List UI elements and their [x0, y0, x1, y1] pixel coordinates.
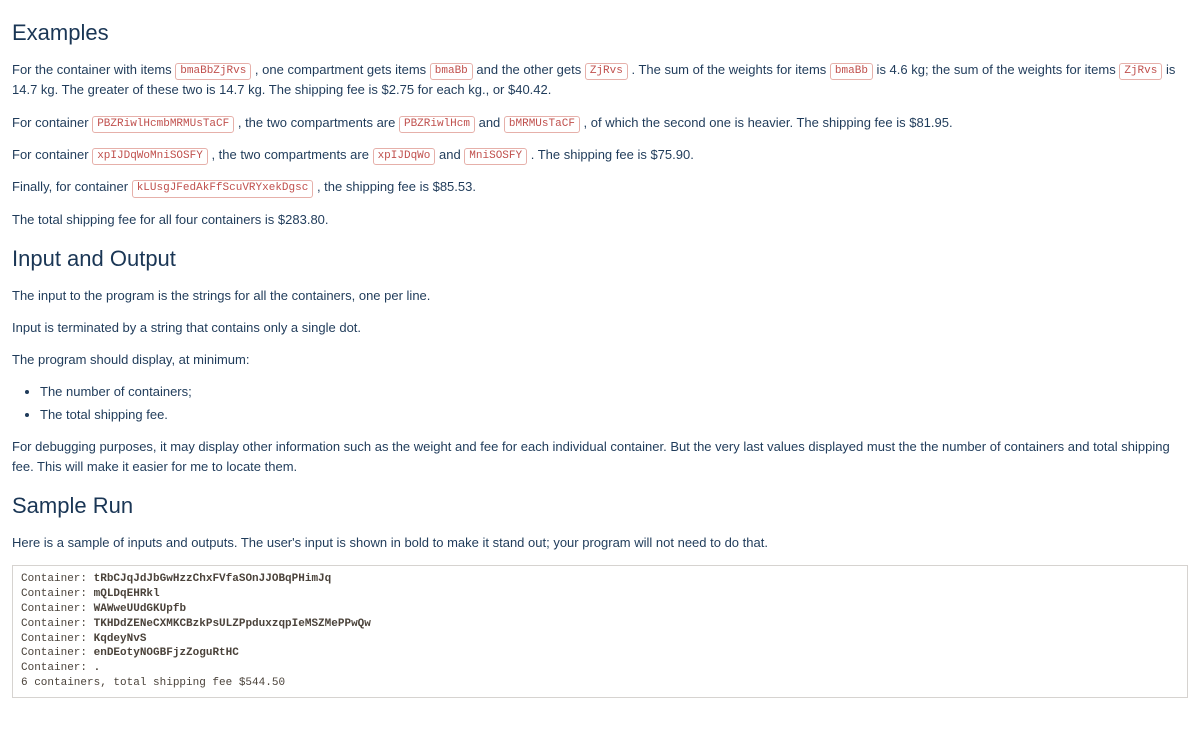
heading-examples: Examples: [12, 16, 1188, 50]
text: and: [435, 147, 464, 162]
code-chip: kLUsgJFedAkFfScuVRYxekDgsc: [132, 180, 314, 197]
example-paragraph-1: For the container with items bmaBbZjRvs …: [12, 60, 1188, 101]
heading-sample-run: Sample Run: [12, 489, 1188, 523]
code-chip: MniSOSFY: [464, 148, 527, 165]
code-chip: ZjRvs: [1119, 63, 1162, 80]
example-paragraph-5: The total shipping fee for all four cont…: [12, 210, 1188, 230]
io-paragraph: For debugging purposes, it may display o…: [12, 437, 1188, 477]
io-paragraph: The program should display, at minimum:: [12, 350, 1188, 370]
user-input: tRbCJqJdJbGwHzzChxFVfaSOnJJOBqPHimJq: [94, 573, 332, 585]
text: , of which the second one is heavier. Th…: [580, 115, 953, 130]
user-input: .: [94, 662, 101, 674]
code-chip: bMRMUsTaCF: [504, 116, 580, 133]
sample-intro: Here is a sample of inputs and outputs. …: [12, 533, 1188, 553]
user-input: KqdeyNvS: [94, 633, 147, 645]
text: For container: [12, 147, 92, 162]
code-chip: xpIJDqWo: [373, 148, 436, 165]
example-paragraph-2: For container PBZRiwlHcmbMRMUsTaCF , the…: [12, 113, 1188, 133]
io-list: The number of containers; The total ship…: [12, 382, 1188, 424]
sample-io-block: Container: tRbCJqJdJbGwHzzChxFVfaSOnJJOB…: [12, 565, 1188, 698]
text: and the other gets: [473, 62, 585, 77]
user-input: enDEotyNOGBFjzZoguRtHC: [94, 647, 239, 659]
user-input: TKHDdZENeCXMKCBzkPsULZPpduxzqpIeMSZMePPw…: [94, 618, 371, 630]
user-input: mQLDqEHRkl: [94, 588, 160, 600]
code-chip: xpIJDqWoMniSOSFY: [92, 148, 208, 165]
text: , the two compartments are: [234, 115, 399, 130]
io-paragraph: Input is terminated by a string that con…: [12, 318, 1188, 338]
example-paragraph-4: Finally, for container kLUsgJFedAkFfScuV…: [12, 177, 1188, 197]
text: , one compartment gets items: [251, 62, 429, 77]
text: . The shipping fee is $75.90.: [527, 147, 694, 162]
list-item: The number of containers;: [40, 382, 1188, 402]
code-chip: PBZRiwlHcm: [399, 116, 475, 133]
text: is 4.6 kg; the sum of the weights for it…: [873, 62, 1119, 77]
text: . The sum of the weights for items: [628, 62, 830, 77]
example-paragraph-3: For container xpIJDqWoMniSOSFY , the two…: [12, 145, 1188, 165]
text: For the container with items: [12, 62, 175, 77]
text: and: [475, 115, 504, 130]
heading-input-output: Input and Output: [12, 242, 1188, 276]
io-paragraph: The input to the program is the strings …: [12, 286, 1188, 306]
code-chip: bmaBbZjRvs: [175, 63, 251, 80]
code-chip: ZjRvs: [585, 63, 628, 80]
code-chip: PBZRiwlHcmbMRMUsTaCF: [92, 116, 234, 133]
text: For container: [12, 115, 92, 130]
user-input: WAWweUUdGKUpfb: [94, 603, 186, 615]
text: Finally, for container: [12, 179, 132, 194]
code-chip: bmaBb: [830, 63, 873, 80]
list-item: The total shipping fee.: [40, 405, 1188, 425]
text: , the shipping fee is $85.53.: [313, 179, 476, 194]
code-chip: bmaBb: [430, 63, 473, 80]
text: , the two compartments are: [208, 147, 373, 162]
